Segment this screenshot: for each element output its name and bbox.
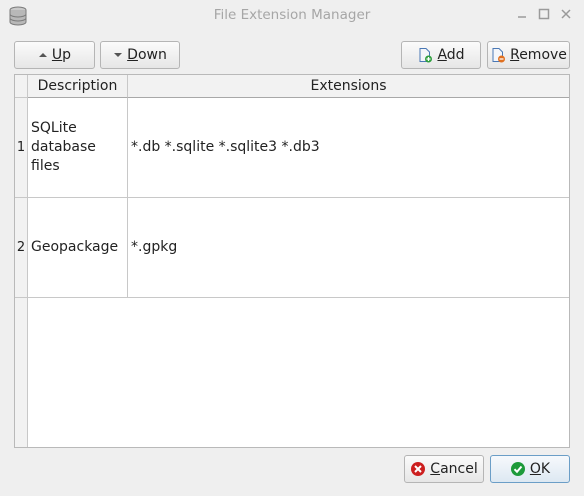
extensions-cell[interactable]: *.db *.sqlite *.sqlite3 *.db3 <box>128 98 569 198</box>
ok-button[interactable]: OK <box>490 455 570 483</box>
add-button[interactable]: Add <box>401 41 481 69</box>
add-label: dd <box>446 47 465 63</box>
remove-label: emove <box>519 47 567 63</box>
cancel-button[interactable]: Cancel <box>404 455 484 483</box>
close-icon[interactable] <box>558 6 574 22</box>
table-corner[interactable] <box>15 75 28 98</box>
title-bar: File Extension Manager <box>0 0 584 30</box>
cancel-icon <box>411 462 426 476</box>
row-number[interactable]: 2 <box>15 198 28 298</box>
cancel-mnemonic: C <box>430 461 441 477</box>
add-mnemonic: A <box>437 47 447 63</box>
cancel-label: ancel <box>440 461 478 477</box>
remove-button[interactable]: Remove <box>487 41 570 69</box>
arrow-up-icon <box>38 53 47 57</box>
column-header-description[interactable]: Description <box>28 75 128 98</box>
down-mnemonic: D <box>127 47 138 63</box>
ok-label: K <box>540 461 551 477</box>
down-label: own <box>137 47 167 63</box>
row-number[interactable]: 1 <box>15 98 28 198</box>
ok-check-icon <box>510 462 525 476</box>
extension-table[interactable]: Description Extensions 1 SQLite database… <box>14 74 570 448</box>
up-button[interactable]: Up <box>14 41 95 69</box>
add-file-icon <box>419 48 433 63</box>
column-header-extensions[interactable]: Extensions <box>128 75 569 98</box>
maximize-icon[interactable] <box>536 6 552 22</box>
extensions-cell[interactable]: *.gpkg <box>128 198 569 298</box>
remove-file-icon <box>492 48 506 63</box>
description-cell[interactable]: Geopackage <box>28 198 128 298</box>
up-mnemonic: U <box>51 47 63 63</box>
ok-mnemonic: O <box>529 461 541 477</box>
description-cell[interactable]: SQLite database files <box>28 98 128 198</box>
window-title: File Extension Manager <box>213 7 371 23</box>
down-button[interactable]: Down <box>100 41 180 69</box>
up-label: p <box>62 47 72 63</box>
arrow-down-icon <box>114 53 123 57</box>
remove-mnemonic: R <box>510 47 520 63</box>
minimize-icon[interactable] <box>514 6 530 22</box>
